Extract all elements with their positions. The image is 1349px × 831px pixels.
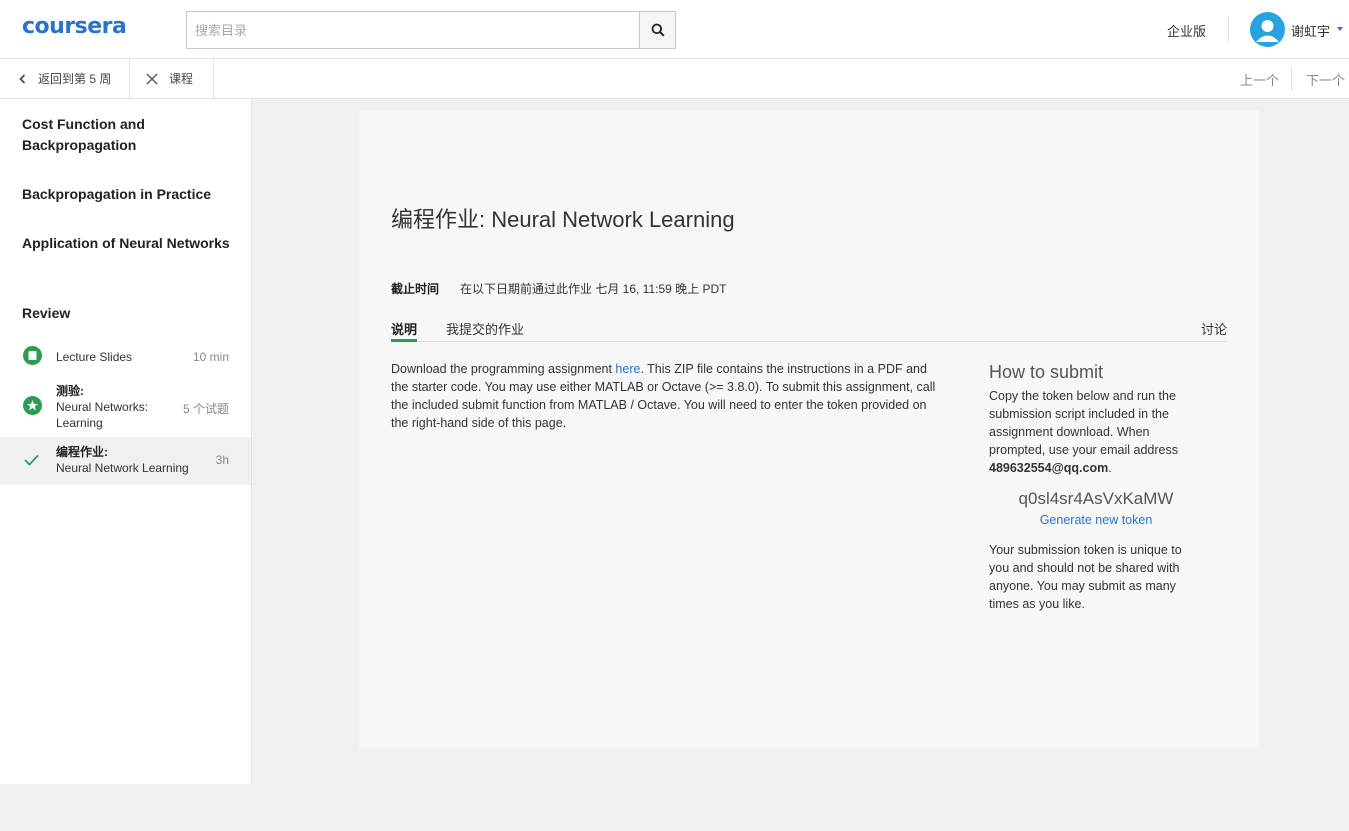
back-to-week-label: 返回到第 5 周 (38, 72, 112, 86)
header-divider (1228, 16, 1229, 42)
sidebar-item-title: Lecture Slides (56, 350, 133, 364)
tab-instructions-label: 说明 (391, 322, 418, 337)
search-box (186, 11, 676, 49)
chevron-left-icon (19, 73, 26, 84)
tab-my-submissions[interactable]: 我提交的作业 (446, 319, 524, 338)
tab-bar: 说明 我提交的作业 讨论 (391, 310, 1227, 342)
sidebar-item-type: 测验: (56, 384, 84, 398)
search-button[interactable] (639, 12, 675, 48)
sidebar-section-review[interactable]: Review (22, 303, 232, 324)
active-tab-indicator (391, 339, 417, 342)
course-label: 课程 (169, 72, 194, 86)
enterprise-link[interactable]: 企业版 (1167, 21, 1206, 40)
previous-item-button[interactable]: 上一个 (1240, 70, 1279, 89)
sidebar: Cost Function and Backpropagation Backpr… (0, 99, 252, 784)
sidebar-item-question-count: 5 个试题 (182, 402, 229, 416)
sidebar-section-application[interactable]: Application of Neural Networks (22, 233, 232, 254)
submission-token: q0sl4sr4AsVxKaMW (1018, 489, 1174, 508)
how-to-submit-title: How to submit (989, 362, 1104, 382)
user-icon (1256, 20, 1279, 42)
quiz-star-icon (23, 396, 42, 415)
generate-token-link[interactable]: Generate new token (989, 513, 1203, 527)
email-suffix: . (1108, 461, 1112, 475)
assignment-card: 编程作业: Neural Network Learning 截止时间 在以下日期… (359, 110, 1259, 748)
sidebar-item-title: Neural Networks: Learning (56, 400, 149, 430)
sidebar-section-cost-function[interactable]: Cost Function and Backpropagation (22, 114, 232, 156)
assignment-description: Download the programming assignment here… (391, 360, 939, 432)
back-to-week-button[interactable]: 返回到第 5 周 (0, 59, 130, 98)
submit-instructions: Copy the token below and run the submiss… (989, 389, 1178, 457)
search-icon (651, 23, 665, 37)
download-here-link[interactable]: here (615, 362, 640, 376)
avatar[interactable] (1250, 12, 1285, 47)
username[interactable]: 谢虹宇 (1291, 21, 1330, 40)
sidebar-item-lecture-slides[interactable]: Lecture Slides 10 min (0, 343, 251, 371)
sidebar-item-quiz[interactable]: 测验: Neural Networks: Learning 5 个试题 (0, 381, 251, 431)
sidebar-item-text: 编程作业: Neural Network Learning (56, 444, 189, 476)
nav-divider (1291, 67, 1292, 91)
sidebar-section-backprop-practice[interactable]: Backpropagation in Practice (22, 184, 232, 205)
token-note: Your submission token is unique to you a… (989, 543, 1182, 611)
sidebar-item-title: Neural Network Learning (56, 461, 189, 475)
sidebar-item-type: 编程作业: (56, 445, 108, 459)
email-address: 489632554@qq.com (989, 461, 1109, 475)
next-item-button[interactable]: 下一个 (1306, 70, 1345, 89)
how-to-submit-panel: How to submit Copy the token below and r… (989, 362, 1203, 613)
coursera-logo[interactable]: coursera (22, 14, 127, 39)
sidebar-item-duration: 3h (215, 453, 229, 467)
close-course-button[interactable]: 课程 (130, 59, 214, 98)
check-icon (24, 454, 39, 466)
sidebar-item-programming-assignment[interactable]: 编程作业: Neural Network Learning 3h (0, 437, 251, 485)
slides-icon (23, 346, 42, 365)
chevron-down-icon[interactable] (1337, 27, 1343, 31)
search-input[interactable] (187, 12, 640, 48)
sidebar-item-text: 测验: Neural Networks: Learning (56, 383, 166, 431)
close-icon (146, 73, 158, 84)
tab-discussions[interactable]: 讨论 (1201, 319, 1227, 338)
sub-navigation: 返回到第 5 周 课程 上一个 下一个 (0, 59, 1349, 99)
deadline-value: 在以下日期前通过此作业 七月 16, 11:59 晚上 PDT (460, 282, 727, 296)
sidebar-item-duration: 10 min (192, 350, 229, 364)
description-text-start: Download the programming assignment (391, 362, 616, 376)
how-to-submit-text: Copy the token below and run the submiss… (989, 387, 1203, 477)
tab-instructions[interactable]: 说明 (391, 319, 417, 338)
deadline-label: 截止时间 (391, 282, 440, 296)
page-title: 编程作业: Neural Network Learning (391, 207, 735, 232)
top-header: coursera 企业版 谢虹宇 (0, 0, 1349, 59)
